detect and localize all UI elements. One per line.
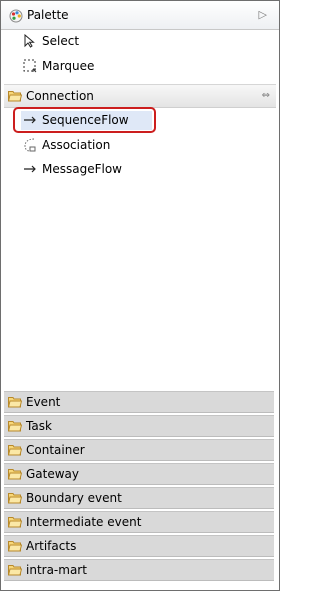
drawer-task[interactable]: Task	[4, 415, 274, 437]
folder-icon	[8, 493, 22, 504]
tool-select-label: Select	[42, 34, 80, 48]
tool-messageflow[interactable]: MessageFlow	[23, 159, 122, 179]
drawer-connection-label: Connection	[26, 89, 94, 103]
palette-panel: Palette ▷ Select Marquee Connection ⇔ Se…	[0, 0, 280, 591]
folder-icon	[8, 541, 22, 552]
folder-icon	[8, 565, 22, 576]
drawer-boundary-event[interactable]: Boundary event	[4, 487, 274, 509]
pin-icon[interactable]: ⇔	[262, 85, 270, 107]
selection-highlight	[13, 107, 156, 133]
tool-association-label: Association	[42, 138, 111, 152]
drawer-task-label: Task	[26, 419, 52, 433]
folder-icon	[8, 445, 22, 456]
palette-header[interactable]: Palette ▷	[1, 1, 279, 30]
palette-title: Palette	[27, 8, 69, 22]
drawer-container-label: Container	[26, 443, 85, 457]
folder-icon	[8, 517, 22, 528]
folder-icon	[8, 421, 22, 432]
drawer-intermediate-event-label: Intermediate event	[26, 515, 142, 529]
arrow-pointer-icon	[23, 34, 37, 48]
tool-marquee[interactable]: Marquee	[23, 56, 94, 76]
tool-messageflow-label: MessageFlow	[42, 162, 122, 176]
drawer-artifacts[interactable]: Artifacts	[4, 535, 274, 557]
palette-icon	[9, 9, 23, 23]
drawer-container[interactable]: Container	[4, 439, 274, 461]
association-icon	[23, 138, 37, 152]
drawer-gateway[interactable]: Gateway	[4, 463, 274, 485]
folder-icon	[8, 469, 22, 480]
drawer-gateway-label: Gateway	[26, 467, 80, 481]
arrow-right-icon	[23, 162, 37, 176]
triangle-right-icon[interactable]: ▷	[259, 8, 267, 21]
folder-icon	[8, 397, 22, 408]
marquee-icon	[23, 59, 37, 73]
drawer-connection[interactable]: Connection ⇔	[4, 84, 276, 108]
tool-marquee-label: Marquee	[42, 59, 95, 73]
tool-select[interactable]: Select	[23, 31, 79, 51]
open-folder-icon	[8, 91, 22, 102]
tool-association[interactable]: Association	[23, 135, 110, 155]
drawer-intra-mart-label: intra-mart	[26, 563, 87, 577]
drawer-event-label: Event	[26, 395, 61, 409]
drawer-artifacts-label: Artifacts	[26, 539, 77, 553]
drawer-boundary-event-label: Boundary event	[26, 491, 122, 505]
drawer-intermediate-event[interactable]: Intermediate event	[4, 511, 274, 533]
drawer-event[interactable]: Event	[4, 391, 274, 413]
drawer-intra-mart[interactable]: intra-mart	[4, 559, 274, 581]
